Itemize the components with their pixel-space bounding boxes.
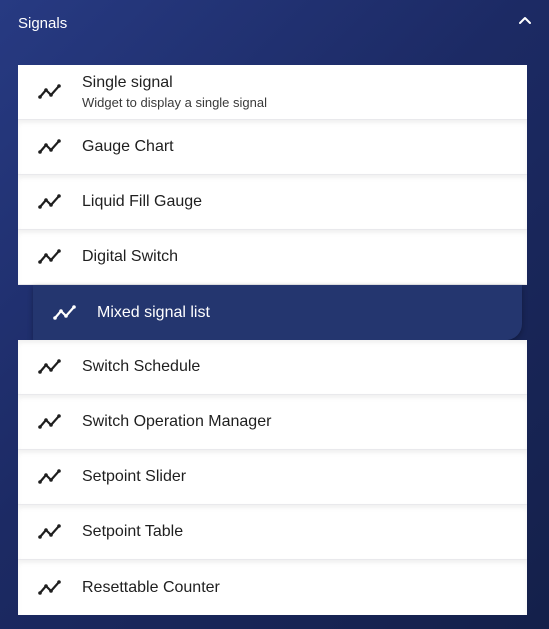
list-item-label: Single signal [82,74,173,91]
trend-line-icon [38,523,62,541]
list-item-liquid-fill-gauge[interactable]: Liquid Fill Gauge [18,175,527,230]
list-item-label: Mixed signal list [97,303,210,321]
list-item-single-signal[interactable]: Single signal Widget to display a single… [18,65,527,120]
list-item-mixed-signal-list[interactable]: Mixed signal list [33,285,522,340]
list-item-label: Setpoint Table [82,523,184,540]
list-item-gauge-chart[interactable]: Gauge Chart [18,120,527,175]
list-item-switch-schedule[interactable]: Switch Schedule [18,340,527,395]
list-item-digital-switch[interactable]: Digital Switch [18,230,527,285]
trend-line-icon [38,358,62,376]
list-item-label: Liquid Fill Gauge [82,193,203,210]
list-item-switch-operation-manager[interactable]: Switch Operation Manager [18,395,527,450]
panel-header[interactable]: Signals [0,0,549,48]
trend-line-icon [38,193,62,211]
list-item-description: Widget to display a single signal [82,95,267,110]
trend-line-icon [38,138,62,156]
trend-line-icon [38,83,62,101]
list-item-label: Resettable Counter [82,578,220,596]
panel-title: Signals [18,15,68,32]
list-item-label: Setpoint Slider [82,468,187,485]
chevron-up-icon[interactable] [517,12,533,28]
trend-line-icon [53,304,77,322]
widget-list: Single signal Widget to display a single… [18,65,527,615]
trend-line-icon [38,468,62,486]
trend-line-icon [38,248,62,266]
trend-line-icon [38,413,62,431]
list-item-label: Digital Switch [82,248,179,265]
list-item-setpoint-table[interactable]: Setpoint Table [18,505,527,560]
list-item-resettable-counter[interactable]: Resettable Counter [18,560,527,615]
list-item-label: Switch Operation Manager [82,413,272,430]
list-item-setpoint-slider[interactable]: Setpoint Slider [18,450,527,505]
trend-line-icon [38,579,62,597]
list-item-label: Gauge Chart [82,138,174,155]
list-item-label: Switch Schedule [82,358,201,375]
